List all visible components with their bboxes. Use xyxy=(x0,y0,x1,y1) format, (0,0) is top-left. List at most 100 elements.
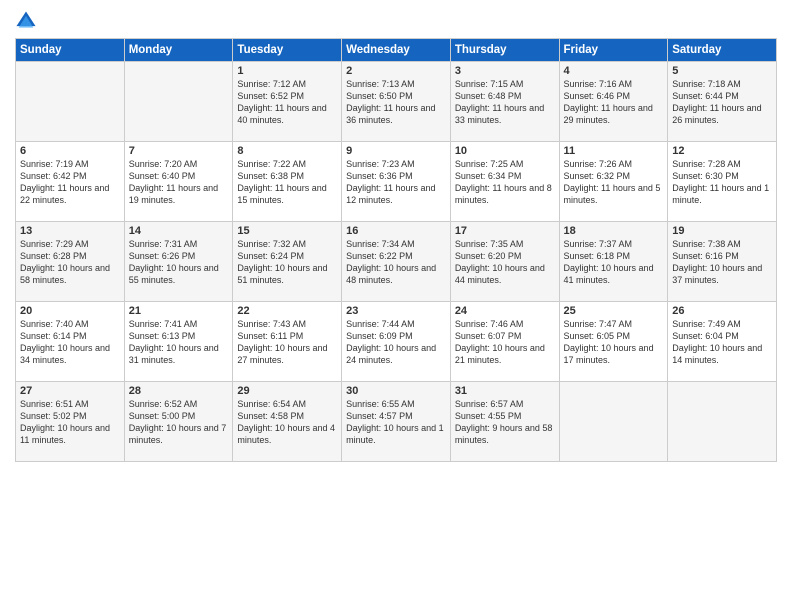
day-cell: 22Sunrise: 7:43 AM Sunset: 6:11 PM Dayli… xyxy=(233,302,342,382)
day-cell: 7Sunrise: 7:20 AM Sunset: 6:40 PM Daylig… xyxy=(124,142,233,222)
day-cell: 6Sunrise: 7:19 AM Sunset: 6:42 PM Daylig… xyxy=(16,142,125,222)
day-cell: 2Sunrise: 7:13 AM Sunset: 6:50 PM Daylig… xyxy=(342,62,451,142)
day-number: 4 xyxy=(564,65,664,77)
day-info: Sunrise: 7:22 AM Sunset: 6:38 PM Dayligh… xyxy=(237,158,337,207)
day-cell: 19Sunrise: 7:38 AM Sunset: 6:16 PM Dayli… xyxy=(668,222,777,302)
day-info: Sunrise: 6:57 AM Sunset: 4:55 PM Dayligh… xyxy=(455,398,555,447)
day-number: 31 xyxy=(455,385,555,397)
calendar-page: SundayMondayTuesdayWednesdayThursdayFrid… xyxy=(0,0,792,612)
day-cell: 4Sunrise: 7:16 AM Sunset: 6:46 PM Daylig… xyxy=(559,62,668,142)
day-number: 6 xyxy=(20,145,120,157)
day-info: Sunrise: 7:25 AM Sunset: 6:34 PM Dayligh… xyxy=(455,158,555,207)
day-info: Sunrise: 6:55 AM Sunset: 4:57 PM Dayligh… xyxy=(346,398,446,447)
day-cell: 10Sunrise: 7:25 AM Sunset: 6:34 PM Dayli… xyxy=(450,142,559,222)
day-number: 10 xyxy=(455,145,555,157)
week-row-1: 1Sunrise: 7:12 AM Sunset: 6:52 PM Daylig… xyxy=(16,62,777,142)
day-number: 23 xyxy=(346,305,446,317)
day-info: Sunrise: 7:38 AM Sunset: 6:16 PM Dayligh… xyxy=(672,238,772,287)
day-info: Sunrise: 7:46 AM Sunset: 6:07 PM Dayligh… xyxy=(455,318,555,367)
logo-icon xyxy=(15,10,37,32)
header-row: SundayMondayTuesdayWednesdayThursdayFrid… xyxy=(16,39,777,62)
col-header-sunday: Sunday xyxy=(16,39,125,62)
day-info: Sunrise: 7:26 AM Sunset: 6:32 PM Dayligh… xyxy=(564,158,664,207)
day-number: 26 xyxy=(672,305,772,317)
day-number: 17 xyxy=(455,225,555,237)
day-info: Sunrise: 7:16 AM Sunset: 6:46 PM Dayligh… xyxy=(564,78,664,127)
day-cell: 15Sunrise: 7:32 AM Sunset: 6:24 PM Dayli… xyxy=(233,222,342,302)
day-cell xyxy=(124,62,233,142)
day-info: Sunrise: 7:47 AM Sunset: 6:05 PM Dayligh… xyxy=(564,318,664,367)
day-number: 27 xyxy=(20,385,120,397)
day-info: Sunrise: 7:23 AM Sunset: 6:36 PM Dayligh… xyxy=(346,158,446,207)
day-cell: 17Sunrise: 7:35 AM Sunset: 6:20 PM Dayli… xyxy=(450,222,559,302)
week-row-4: 20Sunrise: 7:40 AM Sunset: 6:14 PM Dayli… xyxy=(16,302,777,382)
day-cell: 14Sunrise: 7:31 AM Sunset: 6:26 PM Dayli… xyxy=(124,222,233,302)
header xyxy=(15,10,777,32)
day-info: Sunrise: 7:43 AM Sunset: 6:11 PM Dayligh… xyxy=(237,318,337,367)
day-info: Sunrise: 7:28 AM Sunset: 6:30 PM Dayligh… xyxy=(672,158,772,207)
day-cell: 31Sunrise: 6:57 AM Sunset: 4:55 PM Dayli… xyxy=(450,382,559,462)
day-number: 5 xyxy=(672,65,772,77)
day-cell: 3Sunrise: 7:15 AM Sunset: 6:48 PM Daylig… xyxy=(450,62,559,142)
day-number: 7 xyxy=(129,145,229,157)
day-info: Sunrise: 7:35 AM Sunset: 6:20 PM Dayligh… xyxy=(455,238,555,287)
day-info: Sunrise: 7:13 AM Sunset: 6:50 PM Dayligh… xyxy=(346,78,446,127)
day-info: Sunrise: 7:18 AM Sunset: 6:44 PM Dayligh… xyxy=(672,78,772,127)
day-number: 30 xyxy=(346,385,446,397)
day-cell: 13Sunrise: 7:29 AM Sunset: 6:28 PM Dayli… xyxy=(16,222,125,302)
day-number: 16 xyxy=(346,225,446,237)
col-header-monday: Monday xyxy=(124,39,233,62)
col-header-thursday: Thursday xyxy=(450,39,559,62)
day-info: Sunrise: 7:19 AM Sunset: 6:42 PM Dayligh… xyxy=(20,158,120,207)
day-number: 22 xyxy=(237,305,337,317)
day-info: Sunrise: 7:34 AM Sunset: 6:22 PM Dayligh… xyxy=(346,238,446,287)
day-cell: 24Sunrise: 7:46 AM Sunset: 6:07 PM Dayli… xyxy=(450,302,559,382)
day-cell: 11Sunrise: 7:26 AM Sunset: 6:32 PM Dayli… xyxy=(559,142,668,222)
day-cell: 16Sunrise: 7:34 AM Sunset: 6:22 PM Dayli… xyxy=(342,222,451,302)
day-cell: 26Sunrise: 7:49 AM Sunset: 6:04 PM Dayli… xyxy=(668,302,777,382)
day-cell: 12Sunrise: 7:28 AM Sunset: 6:30 PM Dayli… xyxy=(668,142,777,222)
col-header-friday: Friday xyxy=(559,39,668,62)
day-cell: 21Sunrise: 7:41 AM Sunset: 6:13 PM Dayli… xyxy=(124,302,233,382)
col-header-wednesday: Wednesday xyxy=(342,39,451,62)
day-number: 12 xyxy=(672,145,772,157)
day-info: Sunrise: 7:40 AM Sunset: 6:14 PM Dayligh… xyxy=(20,318,120,367)
day-number: 8 xyxy=(237,145,337,157)
day-cell: 5Sunrise: 7:18 AM Sunset: 6:44 PM Daylig… xyxy=(668,62,777,142)
day-info: Sunrise: 7:29 AM Sunset: 6:28 PM Dayligh… xyxy=(20,238,120,287)
calendar-table: SundayMondayTuesdayWednesdayThursdayFrid… xyxy=(15,38,777,462)
day-number: 21 xyxy=(129,305,229,317)
day-info: Sunrise: 7:37 AM Sunset: 6:18 PM Dayligh… xyxy=(564,238,664,287)
day-info: Sunrise: 7:32 AM Sunset: 6:24 PM Dayligh… xyxy=(237,238,337,287)
logo xyxy=(15,10,41,32)
week-row-3: 13Sunrise: 7:29 AM Sunset: 6:28 PM Dayli… xyxy=(16,222,777,302)
day-cell: 29Sunrise: 6:54 AM Sunset: 4:58 PM Dayli… xyxy=(233,382,342,462)
day-info: Sunrise: 6:54 AM Sunset: 4:58 PM Dayligh… xyxy=(237,398,337,447)
day-number: 13 xyxy=(20,225,120,237)
day-cell: 28Sunrise: 6:52 AM Sunset: 5:00 PM Dayli… xyxy=(124,382,233,462)
day-number: 15 xyxy=(237,225,337,237)
day-cell: 8Sunrise: 7:22 AM Sunset: 6:38 PM Daylig… xyxy=(233,142,342,222)
day-cell: 25Sunrise: 7:47 AM Sunset: 6:05 PM Dayli… xyxy=(559,302,668,382)
day-cell: 20Sunrise: 7:40 AM Sunset: 6:14 PM Dayli… xyxy=(16,302,125,382)
day-number: 18 xyxy=(564,225,664,237)
day-cell: 18Sunrise: 7:37 AM Sunset: 6:18 PM Dayli… xyxy=(559,222,668,302)
week-row-5: 27Sunrise: 6:51 AM Sunset: 5:02 PM Dayli… xyxy=(16,382,777,462)
day-cell xyxy=(16,62,125,142)
day-info: Sunrise: 7:12 AM Sunset: 6:52 PM Dayligh… xyxy=(237,78,337,127)
day-cell: 27Sunrise: 6:51 AM Sunset: 5:02 PM Dayli… xyxy=(16,382,125,462)
day-info: Sunrise: 7:41 AM Sunset: 6:13 PM Dayligh… xyxy=(129,318,229,367)
day-cell: 23Sunrise: 7:44 AM Sunset: 6:09 PM Dayli… xyxy=(342,302,451,382)
day-info: Sunrise: 7:49 AM Sunset: 6:04 PM Dayligh… xyxy=(672,318,772,367)
day-cell: 30Sunrise: 6:55 AM Sunset: 4:57 PM Dayli… xyxy=(342,382,451,462)
day-number: 9 xyxy=(346,145,446,157)
day-info: Sunrise: 6:52 AM Sunset: 5:00 PM Dayligh… xyxy=(129,398,229,447)
day-info: Sunrise: 6:51 AM Sunset: 5:02 PM Dayligh… xyxy=(20,398,120,447)
day-number: 24 xyxy=(455,305,555,317)
day-cell: 9Sunrise: 7:23 AM Sunset: 6:36 PM Daylig… xyxy=(342,142,451,222)
day-number: 14 xyxy=(129,225,229,237)
day-cell: 1Sunrise: 7:12 AM Sunset: 6:52 PM Daylig… xyxy=(233,62,342,142)
col-header-tuesday: Tuesday xyxy=(233,39,342,62)
day-number: 19 xyxy=(672,225,772,237)
day-info: Sunrise: 7:31 AM Sunset: 6:26 PM Dayligh… xyxy=(129,238,229,287)
